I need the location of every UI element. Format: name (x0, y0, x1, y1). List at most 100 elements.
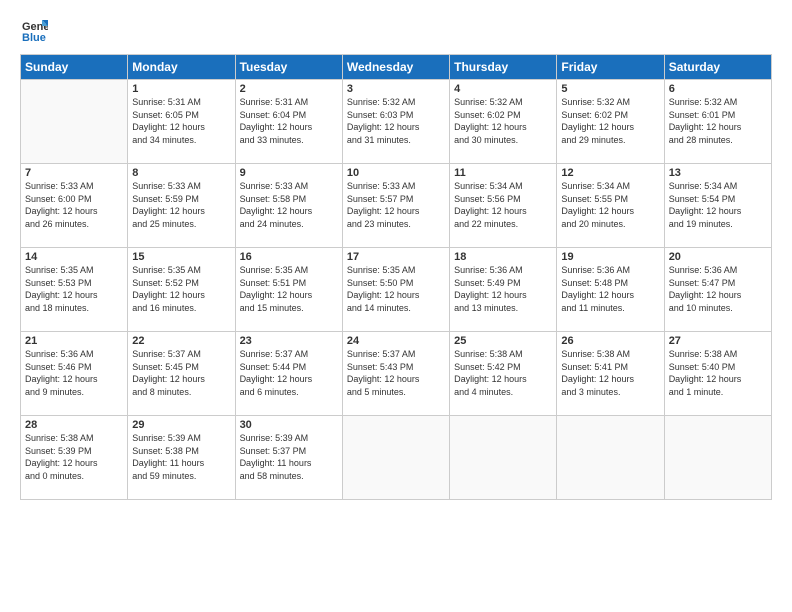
calendar-cell: 27Sunrise: 5:38 AM Sunset: 5:40 PM Dayli… (664, 332, 771, 416)
calendar-cell: 15Sunrise: 5:35 AM Sunset: 5:52 PM Dayli… (128, 248, 235, 332)
day-number: 7 (25, 167, 123, 179)
calendar-cell: 8Sunrise: 5:33 AM Sunset: 5:59 PM Daylig… (128, 164, 235, 248)
day-number: 1 (132, 83, 230, 95)
calendar-cell (342, 416, 449, 500)
day-number: 8 (132, 167, 230, 179)
logo-icon: General Blue (20, 16, 48, 44)
day-info: Sunrise: 5:35 AM Sunset: 5:52 PM Dayligh… (132, 264, 230, 314)
calendar-header-row: SundayMondayTuesdayWednesdayThursdayFrid… (21, 55, 772, 80)
calendar-cell: 2Sunrise: 5:31 AM Sunset: 6:04 PM Daylig… (235, 80, 342, 164)
day-info: Sunrise: 5:39 AM Sunset: 5:37 PM Dayligh… (240, 432, 338, 482)
day-number: 19 (561, 251, 659, 263)
day-info: Sunrise: 5:35 AM Sunset: 5:53 PM Dayligh… (25, 264, 123, 314)
day-info: Sunrise: 5:38 AM Sunset: 5:39 PM Dayligh… (25, 432, 123, 482)
day-info: Sunrise: 5:33 AM Sunset: 6:00 PM Dayligh… (25, 180, 123, 230)
day-info: Sunrise: 5:34 AM Sunset: 5:56 PM Dayligh… (454, 180, 552, 230)
calendar-week-2: 7Sunrise: 5:33 AM Sunset: 6:00 PM Daylig… (21, 164, 772, 248)
calendar-cell: 11Sunrise: 5:34 AM Sunset: 5:56 PM Dayli… (450, 164, 557, 248)
day-info: Sunrise: 5:38 AM Sunset: 5:41 PM Dayligh… (561, 348, 659, 398)
calendar-cell (21, 80, 128, 164)
calendar-cell: 23Sunrise: 5:37 AM Sunset: 5:44 PM Dayli… (235, 332, 342, 416)
calendar-cell (450, 416, 557, 500)
day-number: 4 (454, 83, 552, 95)
day-number: 22 (132, 335, 230, 347)
svg-text:Blue: Blue (22, 32, 46, 44)
weekday-header-monday: Monday (128, 55, 235, 80)
day-number: 25 (454, 335, 552, 347)
calendar-cell: 17Sunrise: 5:35 AM Sunset: 5:50 PM Dayli… (342, 248, 449, 332)
day-info: Sunrise: 5:39 AM Sunset: 5:38 PM Dayligh… (132, 432, 230, 482)
day-info: Sunrise: 5:31 AM Sunset: 6:04 PM Dayligh… (240, 96, 338, 146)
logo: General Blue (20, 16, 52, 44)
day-info: Sunrise: 5:31 AM Sunset: 6:05 PM Dayligh… (132, 96, 230, 146)
day-info: Sunrise: 5:34 AM Sunset: 5:54 PM Dayligh… (669, 180, 767, 230)
day-number: 29 (132, 419, 230, 431)
calendar-week-3: 14Sunrise: 5:35 AM Sunset: 5:53 PM Dayli… (21, 248, 772, 332)
weekday-header-saturday: Saturday (664, 55, 771, 80)
day-info: Sunrise: 5:38 AM Sunset: 5:42 PM Dayligh… (454, 348, 552, 398)
day-info: Sunrise: 5:33 AM Sunset: 5:58 PM Dayligh… (240, 180, 338, 230)
day-info: Sunrise: 5:37 AM Sunset: 5:43 PM Dayligh… (347, 348, 445, 398)
calendar-cell: 26Sunrise: 5:38 AM Sunset: 5:41 PM Dayli… (557, 332, 664, 416)
day-number: 2 (240, 83, 338, 95)
day-info: Sunrise: 5:37 AM Sunset: 5:45 PM Dayligh… (132, 348, 230, 398)
day-info: Sunrise: 5:32 AM Sunset: 6:02 PM Dayligh… (561, 96, 659, 146)
calendar-cell: 16Sunrise: 5:35 AM Sunset: 5:51 PM Dayli… (235, 248, 342, 332)
calendar-cell: 1Sunrise: 5:31 AM Sunset: 6:05 PM Daylig… (128, 80, 235, 164)
day-info: Sunrise: 5:32 AM Sunset: 6:02 PM Dayligh… (454, 96, 552, 146)
day-number: 20 (669, 251, 767, 263)
day-info: Sunrise: 5:35 AM Sunset: 5:50 PM Dayligh… (347, 264, 445, 314)
calendar-week-5: 28Sunrise: 5:38 AM Sunset: 5:39 PM Dayli… (21, 416, 772, 500)
calendar-cell: 9Sunrise: 5:33 AM Sunset: 5:58 PM Daylig… (235, 164, 342, 248)
calendar-cell: 20Sunrise: 5:36 AM Sunset: 5:47 PM Dayli… (664, 248, 771, 332)
day-info: Sunrise: 5:32 AM Sunset: 6:01 PM Dayligh… (669, 96, 767, 146)
calendar-cell: 22Sunrise: 5:37 AM Sunset: 5:45 PM Dayli… (128, 332, 235, 416)
calendar-cell: 21Sunrise: 5:36 AM Sunset: 5:46 PM Dayli… (21, 332, 128, 416)
page-header: General Blue (20, 16, 772, 44)
day-number: 30 (240, 419, 338, 431)
calendar-cell: 12Sunrise: 5:34 AM Sunset: 5:55 PM Dayli… (557, 164, 664, 248)
weekday-header-tuesday: Tuesday (235, 55, 342, 80)
day-info: Sunrise: 5:38 AM Sunset: 5:40 PM Dayligh… (669, 348, 767, 398)
weekday-header-thursday: Thursday (450, 55, 557, 80)
weekday-header-wednesday: Wednesday (342, 55, 449, 80)
day-number: 28 (25, 419, 123, 431)
calendar-cell: 19Sunrise: 5:36 AM Sunset: 5:48 PM Dayli… (557, 248, 664, 332)
day-number: 27 (669, 335, 767, 347)
calendar-cell: 3Sunrise: 5:32 AM Sunset: 6:03 PM Daylig… (342, 80, 449, 164)
calendar-cell: 30Sunrise: 5:39 AM Sunset: 5:37 PM Dayli… (235, 416, 342, 500)
day-number: 14 (25, 251, 123, 263)
calendar-cell: 29Sunrise: 5:39 AM Sunset: 5:38 PM Dayli… (128, 416, 235, 500)
calendar-cell: 28Sunrise: 5:38 AM Sunset: 5:39 PM Dayli… (21, 416, 128, 500)
calendar-week-4: 21Sunrise: 5:36 AM Sunset: 5:46 PM Dayli… (21, 332, 772, 416)
day-number: 3 (347, 83, 445, 95)
day-number: 5 (561, 83, 659, 95)
calendar-cell: 6Sunrise: 5:32 AM Sunset: 6:01 PM Daylig… (664, 80, 771, 164)
calendar-cell: 18Sunrise: 5:36 AM Sunset: 5:49 PM Dayli… (450, 248, 557, 332)
calendar-table: SundayMondayTuesdayWednesdayThursdayFrid… (20, 54, 772, 500)
calendar-cell: 5Sunrise: 5:32 AM Sunset: 6:02 PM Daylig… (557, 80, 664, 164)
day-info: Sunrise: 5:36 AM Sunset: 5:46 PM Dayligh… (25, 348, 123, 398)
day-number: 13 (669, 167, 767, 179)
day-info: Sunrise: 5:37 AM Sunset: 5:44 PM Dayligh… (240, 348, 338, 398)
day-info: Sunrise: 5:36 AM Sunset: 5:47 PM Dayligh… (669, 264, 767, 314)
day-info: Sunrise: 5:34 AM Sunset: 5:55 PM Dayligh… (561, 180, 659, 230)
day-info: Sunrise: 5:33 AM Sunset: 5:59 PM Dayligh… (132, 180, 230, 230)
day-number: 12 (561, 167, 659, 179)
day-number: 16 (240, 251, 338, 263)
calendar-cell (664, 416, 771, 500)
day-number: 6 (669, 83, 767, 95)
calendar-week-1: 1Sunrise: 5:31 AM Sunset: 6:05 PM Daylig… (21, 80, 772, 164)
weekday-header-sunday: Sunday (21, 55, 128, 80)
calendar-cell (557, 416, 664, 500)
calendar-cell: 7Sunrise: 5:33 AM Sunset: 6:00 PM Daylig… (21, 164, 128, 248)
calendar-cell: 10Sunrise: 5:33 AM Sunset: 5:57 PM Dayli… (342, 164, 449, 248)
day-number: 15 (132, 251, 230, 263)
day-number: 10 (347, 167, 445, 179)
day-number: 11 (454, 167, 552, 179)
day-number: 24 (347, 335, 445, 347)
day-info: Sunrise: 5:33 AM Sunset: 5:57 PM Dayligh… (347, 180, 445, 230)
day-number: 26 (561, 335, 659, 347)
day-number: 23 (240, 335, 338, 347)
day-number: 18 (454, 251, 552, 263)
